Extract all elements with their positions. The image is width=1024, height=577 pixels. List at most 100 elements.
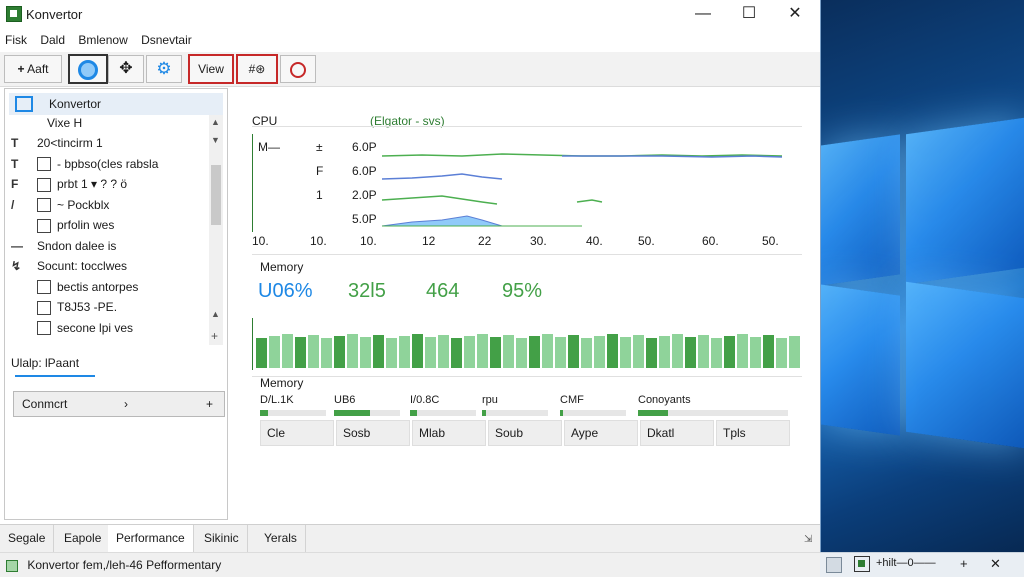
tree-item[interactable]: / ~ Pockblx <box>11 195 109 215</box>
tools-button[interactable]: ✥ <box>108 55 144 83</box>
checkbox-icon[interactable] <box>37 157 51 172</box>
tree-item[interactable]: Fprbt 1 ▾ ? ? ö <box>11 174 127 194</box>
tab-item[interactable]: Eapole <box>56 525 111 552</box>
menu-item-1[interactable]: Fisk <box>0 30 32 50</box>
checkbox-icon[interactable] <box>37 280 51 295</box>
memory-stat: 95% <box>502 280 543 302</box>
memory-chip[interactable]: Mlab <box>412 420 486 446</box>
memory-bar <box>269 336 280 368</box>
memory-bar <box>607 334 618 368</box>
taskbar-pin-icon[interactable]: ✕ <box>990 556 1001 572</box>
memory-chip[interactable]: Aype <box>564 420 638 446</box>
cpu-graph <box>252 134 783 232</box>
tree-item[interactable]: T - bpbso(cles rabsla <box>11 154 158 174</box>
minimize-button[interactable]: — <box>680 0 726 28</box>
memory-bar <box>620 337 631 368</box>
memory-chip[interactable]: Cle <box>260 420 334 446</box>
tab-item[interactable]: Yerals <box>256 525 306 552</box>
tree-item-glyph-icon: / <box>11 197 15 212</box>
memory-mini-fill <box>638 410 668 416</box>
memory-bar <box>529 336 540 368</box>
tab-item[interactable]: Segale <box>0 525 55 552</box>
scroll-add-icon[interactable]: + <box>211 329 218 343</box>
cpu-x-tick: 30. <box>530 234 547 248</box>
taskbar-plus-icon[interactable]: + <box>960 556 968 571</box>
extensions-button[interactable]: #⊛ <box>236 54 278 84</box>
memory-chip[interactable]: Soub <box>488 420 562 446</box>
tree-item-label: prfolin wes <box>57 218 115 232</box>
checkbox-icon[interactable] <box>37 321 51 336</box>
menu-item-4[interactable]: Dsnevtair <box>136 30 197 50</box>
tree-item-glyph-icon: T <box>11 136 19 150</box>
memory-mini-label: CMF <box>560 394 584 406</box>
memory-chip[interactable]: Tpls <box>716 420 790 446</box>
taskbar-window-icon[interactable] <box>826 557 842 573</box>
memory-bar <box>308 335 319 368</box>
plus-icon: + <box>17 62 25 76</box>
memory-chip[interactable]: Sosb <box>336 420 410 446</box>
settings-button[interactable]: ⚙ <box>146 55 182 83</box>
tree-item[interactable]: T 20<tincirm 1 <box>11 133 103 153</box>
combo-plus-icon[interactable]: + <box>206 392 213 416</box>
memory-bar-graph <box>252 318 800 370</box>
tree-item-label: Sndon dalee is <box>37 238 117 253</box>
memory-bar <box>360 337 371 368</box>
tree-item-glyph-icon: T <box>11 156 19 171</box>
add-button-label: Aaft <box>27 62 49 76</box>
tree-root[interactable]: Konvertor <box>9 93 223 115</box>
resize-grip-icon[interactable]: ⇲ <box>804 534 812 545</box>
windows-logo <box>820 117 1024 470</box>
title-bar[interactable]: Konvertor — ☐ ✕ <box>0 0 820 30</box>
convert-combo[interactable]: Conmcrt › + <box>13 391 225 417</box>
tab-item[interactable]: Sikinic <box>196 525 248 552</box>
tree-item-label: Socunt: tocclwes <box>37 259 128 273</box>
tab-item[interactable]: Performance <box>108 525 194 552</box>
memory-bar <box>594 336 605 368</box>
memory-title: Memory <box>260 260 304 274</box>
tree-item[interactable]: ↯ Socunt: tocclwes <box>11 256 127 276</box>
cpu-area-4 <box>381 215 503 227</box>
taskbar-text: +hilt—0—— <box>876 557 936 569</box>
maximize-button[interactable]: ☐ <box>726 0 772 28</box>
tree-item[interactable]: bectis antorpes <box>11 277 138 297</box>
cpu-line-3 <box>381 195 498 205</box>
checkbox-icon[interactable] <box>37 218 51 233</box>
add-button[interactable]: + Aaft <box>4 55 62 83</box>
scroll-up-icon-2[interactable]: ▼ <box>211 135 220 145</box>
tree-footer-label: Ulalp: lPaant <box>11 356 80 370</box>
memory-bar <box>373 335 384 368</box>
view-button[interactable]: View <box>188 54 234 84</box>
memory-chip[interactable]: Dkatl <box>640 420 714 446</box>
tree-item[interactable]: T8J53 -PE. <box>11 297 117 317</box>
tree-item-label: secone lpi ves <box>57 320 134 335</box>
combo-label: Conmcrt <box>22 397 68 411</box>
memory-bar <box>763 335 774 368</box>
close-button[interactable]: ✕ <box>772 0 818 28</box>
menu-item-2[interactable]: Dald <box>35 30 70 50</box>
scroll-up-icon[interactable]: ▲ <box>211 117 220 127</box>
scroll-down-icon[interactable]: ▲ <box>211 309 220 319</box>
taskbar-app-icon[interactable] <box>854 556 870 572</box>
memory-mini-bar <box>334 410 400 416</box>
tree-item[interactable]: — Sndon dalee is <box>11 236 116 256</box>
tree-item-label: prbt 1 ▾ ? ? ö <box>57 177 128 191</box>
memory-mini-label: UB6 <box>334 394 356 406</box>
checkbox-icon[interactable] <box>37 300 51 315</box>
cpu-x-tick: 50. <box>638 234 655 248</box>
memory-mini-fill <box>560 410 564 416</box>
checkbox-icon[interactable] <box>37 198 51 213</box>
tree-scrollbar[interactable]: ▲ ▼ ▲ + <box>209 115 223 345</box>
scrollbar-thumb[interactable] <box>211 165 221 225</box>
cpu-x-tick: 22 <box>478 234 492 248</box>
search-button[interactable] <box>280 55 316 83</box>
memory-mini-label: Conoyants <box>638 394 691 406</box>
memory-bar <box>347 334 358 368</box>
menu-item-3[interactable]: Bmlenow <box>73 30 132 50</box>
tree-item[interactable]: prfolin wes <box>11 215 114 235</box>
tree-item[interactable]: secone lpi ves <box>11 318 133 338</box>
performance-panel: CPU (Elgator - svs) M— ±6.0P F 6.0P 1 2.0P 5.0… <box>232 88 808 520</box>
zoom-button[interactable] <box>68 54 108 84</box>
memory-bar <box>776 338 787 368</box>
checkbox-icon[interactable] <box>37 177 51 192</box>
tree-item-glyph-icon: ↯ <box>11 259 22 273</box>
